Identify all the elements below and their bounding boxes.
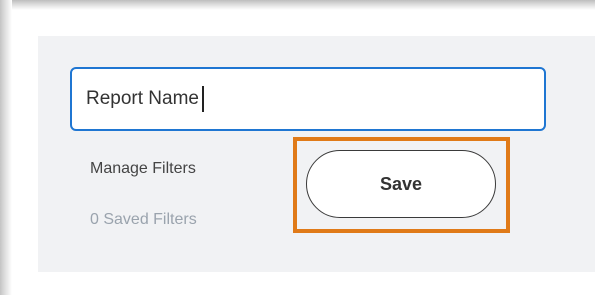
save-button[interactable]: Save — [306, 150, 496, 218]
save-button-label: Save — [379, 173, 423, 194]
report-name-value: Report Name — [86, 88, 199, 109]
screenshot-frame: Report Name Manage Filters 0 Saved Filte… — [0, 0, 595, 295]
report-save-panel: Report Name Manage Filters 0 Saved Filte… — [38, 36, 595, 272]
report-name-input[interactable]: Report Name — [86, 69, 204, 129]
left-shadow — [0, 0, 12, 295]
text-caret — [202, 86, 204, 112]
saved-filters-count: 0 Saved Filters — [90, 211, 197, 228]
top-shadow — [0, 0, 595, 10]
report-name-field[interactable]: Report Name — [70, 67, 546, 131]
manage-filters-link[interactable]: Manage Filters — [90, 160, 196, 178]
